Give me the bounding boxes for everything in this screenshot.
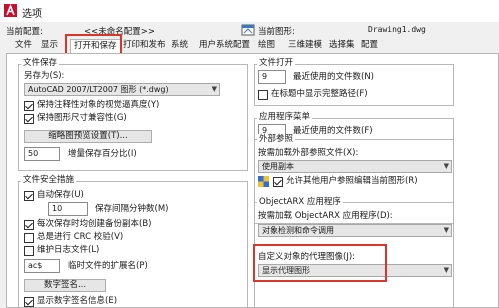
crc-check-label: 总是进行 CRC 校验(V) (37, 232, 124, 242)
tab-display[interactable]: 显示 (41, 39, 58, 53)
allow-xref-edit-checkbox[interactable] (273, 177, 283, 187)
allow-xref-edit-label: 允许其他用户参照编辑当前图形(R) (286, 176, 418, 186)
tab-profiles[interactable]: 配置 (361, 39, 378, 53)
current-config-label: 当前配置: (6, 27, 43, 37)
show-sign-info-label: 显示数字签名信息(E) (37, 296, 118, 306)
chevron-down-icon: ▼ (443, 266, 449, 274)
app-menu-group-title: 应用程序菜单 (257, 112, 313, 123)
proxy-image-highlight (253, 244, 387, 282)
tab-drafting[interactable]: 绘图 (258, 39, 275, 53)
tab-user-preferences[interactable]: 用户系统配置 (199, 39, 250, 53)
xref-demand-load-select[interactable]: 使用副本 ▼ (258, 160, 452, 173)
keep-annotative-fidelity-checkbox[interactable] (24, 101, 34, 111)
objectarx-group-title: ObjectARX 应用程序 (257, 197, 343, 208)
objectarx-demand-load-label: 按需加载 ObjectARX 应用程序(D): (258, 211, 393, 221)
temp-ext-label: 临时文件的扩展名(P) (68, 261, 148, 271)
save-as-select[interactable]: AutoCAD 2007/LT2007 图形 (*.dwg) ▼ (24, 83, 220, 96)
crc-check-checkbox[interactable] (24, 233, 34, 243)
incremental-save-input[interactable]: 50 (24, 147, 60, 161)
incremental-save-label: 增量保存百分比(I) (68, 149, 137, 159)
log-file-checkbox[interactable] (24, 246, 34, 256)
xref-demand-load-label: 按需加载外部参照文件(X): (258, 148, 359, 158)
autosave-minutes-input[interactable]: 10 (48, 202, 88, 216)
recent-files-label: 最近使用的文件数(N) (293, 72, 374, 82)
backup-copy-checkbox[interactable] (24, 220, 34, 230)
backup-copy-label: 每次保存时均创建备份副本(B) (37, 219, 152, 229)
chevron-down-icon: ▼ (443, 226, 449, 234)
drawing-file-icon (241, 24, 255, 36)
keep-annotative-fidelity-label: 保持注释性对象的视觉逼真度(Y) (37, 100, 160, 110)
autosave-checkbox[interactable] (24, 191, 34, 201)
current-drawing-value: Drawing1.dwg (368, 25, 426, 34)
autocad-logo-icon (4, 4, 17, 17)
digital-signature-button[interactable]: 数字签名... (24, 279, 106, 292)
window-title: 选项 (22, 9, 42, 20)
options-panel: 文件保存 另存为(S): AutoCAD 2007/LT2007 图形 (*.d… (6, 53, 499, 308)
objectarx-demand-load-select[interactable]: 对象检测和命令调用 ▼ (258, 224, 452, 237)
title-bar (0, 0, 499, 22)
autosave-minutes-label: 保存间隔分钟数(M) (95, 204, 169, 214)
tab-3d-modeling[interactable]: 三维建模 (288, 39, 322, 53)
tab-selection[interactable]: 选择集 (329, 39, 355, 53)
log-file-label: 维护日志文件(L) (37, 245, 100, 255)
app-menu-recent-label: 最近使用的文件数(F) (293, 126, 373, 136)
keep-drawing-size-compat-label: 保持图形尺寸兼容性(G) (37, 113, 127, 123)
save-as-label: 另存为(S): (24, 71, 65, 81)
show-sign-info-checkbox[interactable] (24, 297, 34, 307)
tab-plot-and-publish[interactable]: 打印和发布 (123, 39, 166, 53)
xref-group-title: 外部参照 (257, 134, 296, 145)
tab-files[interactable]: 文件 (15, 39, 32, 53)
file-save-group-title: 文件保存 (21, 58, 60, 69)
file-safety-group-title: 文件安全措施 (21, 175, 77, 186)
show-full-path-label: 在标题中显示完整路径(F) (271, 89, 368, 99)
uac-shield-icon (258, 176, 269, 187)
file-open-group-title: 文件打开 (257, 58, 296, 69)
chevron-down-icon: ▼ (211, 85, 217, 93)
keep-drawing-size-compat-checkbox[interactable] (24, 114, 34, 124)
tab-system[interactable]: 系统 (171, 39, 188, 53)
chevron-down-icon: ▼ (443, 162, 449, 170)
autosave-label: 自动保存(U) (37, 190, 84, 200)
current-drawing-label: 当前图形: (258, 27, 295, 37)
recent-files-input[interactable]: 9 (258, 70, 286, 84)
show-full-path-checkbox[interactable] (258, 90, 268, 100)
temp-ext-input[interactable]: ac$ (24, 259, 60, 273)
thumbnail-settings-button[interactable]: 缩略图预览设置(T)... (24, 130, 152, 143)
